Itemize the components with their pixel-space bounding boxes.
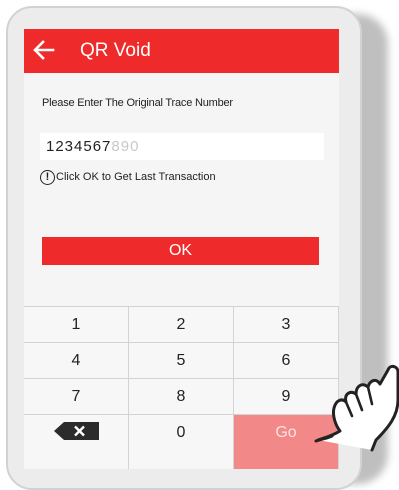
key-5[interactable]: 5 (129, 342, 234, 378)
delete-key[interactable] (24, 414, 129, 469)
key-1[interactable]: 1 (24, 306, 129, 342)
trace-number-input[interactable]: 1234567890 (40, 133, 324, 160)
terminal-screen: QR Void Please Enter The Original Trace … (24, 29, 339, 469)
key-4[interactable]: 4 (24, 342, 129, 378)
input-placeholder-digits: 890 (111, 138, 140, 155)
last-transaction-hint: Click OK to Get Last Transaction (56, 171, 216, 183)
key-7[interactable]: 7 (24, 378, 129, 414)
key-0[interactable]: 0 (129, 414, 234, 469)
ok-button[interactable]: OK (42, 237, 319, 265)
pointing-hand-icon (314, 364, 399, 452)
key-3[interactable]: 3 (234, 306, 339, 342)
input-typed-value: 1234567 (46, 138, 112, 155)
alert-icon: ! (40, 169, 55, 185)
back-arrow-icon[interactable] (32, 38, 56, 62)
backspace-icon (54, 422, 99, 441)
page-title: QR Void (80, 40, 151, 61)
title-bar: QR Void (24, 29, 339, 73)
hint-row: ! Click OK to Get Last Transaction (40, 168, 216, 186)
trace-number-prompt: Please Enter The Original Trace Number (42, 97, 233, 109)
key-8[interactable]: 8 (129, 378, 234, 414)
key-2[interactable]: 2 (129, 306, 234, 342)
numeric-keypad: 1 2 3 4 5 6 7 8 9 0 Go (24, 306, 339, 469)
